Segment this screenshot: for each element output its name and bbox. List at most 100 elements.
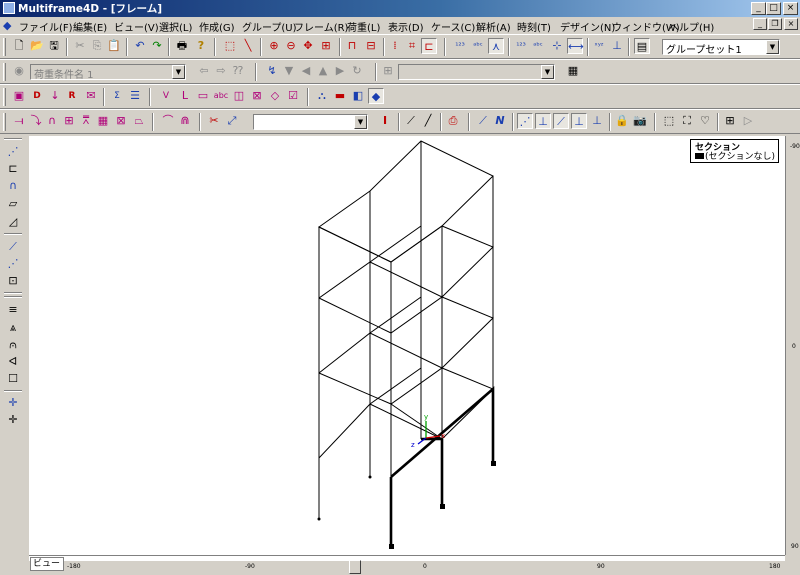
support-line-icon[interactable]: ≡	[5, 302, 21, 318]
view-tab[interactable]: ビュー	[30, 557, 64, 571]
chevron-down-icon[interactable]: ▼	[541, 65, 554, 79]
copy-icon[interactable]: ⎘	[89, 38, 105, 54]
support-free-icon[interactable]: ☐	[5, 371, 21, 387]
menu-select[interactable]: 選択(L)	[159, 19, 192, 34]
menu-analysis[interactable]: 解析(A)	[476, 19, 511, 34]
report-load-icon[interactable]: ↓	[47, 88, 63, 104]
load-value-icon[interactable]: ˣʸᶻ	[591, 38, 607, 54]
open-folder-icon[interactable]: 📂	[29, 38, 45, 54]
draw-curve-icon[interactable]: ∩	[44, 113, 60, 129]
load-left-icon[interactable]: ◀	[298, 63, 314, 79]
member-tool-icon[interactable]: ⟋	[475, 113, 491, 129]
table-grid-icon[interactable]: ▦	[565, 63, 581, 79]
snap-icon[interactable]: ⊏	[421, 38, 437, 54]
window-next-icon[interactable]: ▷	[740, 113, 756, 129]
close-button[interactable]: ×	[783, 2, 798, 15]
group-set-select[interactable]: グループセット1 ▼	[662, 39, 780, 56]
menu-group[interactable]: グループ(U)	[242, 19, 297, 34]
menu-frame[interactable]: フレーム(R)	[294, 19, 348, 34]
section-i-icon[interactable]: I	[377, 113, 393, 129]
report-r-icon[interactable]: R	[64, 88, 80, 104]
zoom-extents-icon[interactable]: ⊞	[318, 38, 334, 54]
lock-icon[interactable]: 🔒	[614, 113, 630, 129]
view-3d-icon[interactable]: ◆	[368, 88, 384, 104]
result-v-icon[interactable]: V	[158, 88, 174, 104]
window-full-icon[interactable]: ⛶	[679, 113, 695, 129]
load-axis-icon[interactable]: ⊥	[609, 38, 625, 54]
member-number-icon[interactable]: ¹²³	[513, 38, 529, 54]
grid-icon[interactable]: ⌗	[404, 38, 420, 54]
chevron-down-icon[interactable]: ▼	[354, 115, 367, 129]
load-case-select[interactable]: 荷重条件名 1 ▼	[30, 64, 186, 81]
chevron-down-icon[interactable]: ▼	[766, 40, 779, 54]
document-icon[interactable]: ◆	[3, 19, 11, 32]
load-moment-icon[interactable]: ↻	[349, 63, 365, 79]
draw-frame-icon[interactable]: ▦	[95, 113, 111, 129]
chevron-down-icon[interactable]: ▼	[172, 65, 185, 79]
member-n-icon[interactable]: N	[492, 113, 508, 129]
zoom-out-icon[interactable]: ⊖	[283, 38, 299, 54]
toolbar-grip[interactable]	[3, 38, 6, 56]
menu-time[interactable]: 時刻(T)	[517, 19, 551, 34]
node-roller-icon[interactable]: ⟋	[553, 113, 569, 129]
node-number-icon[interactable]: ¹²³	[452, 38, 468, 54]
menu-load[interactable]: 荷重(L)	[347, 19, 380, 34]
report-envelope-icon[interactable]: ✉	[83, 88, 99, 104]
paste-icon[interactable]: 📋	[106, 38, 122, 54]
scroll-thumb[interactable]	[349, 560, 361, 574]
add-member-icon[interactable]: ⊏	[5, 161, 21, 177]
window-fit-icon[interactable]: ⬚	[661, 113, 677, 129]
result-deflection-icon[interactable]: ⊠	[249, 88, 265, 104]
menu-edit[interactable]: 編集(E)	[73, 19, 107, 34]
redo-icon[interactable]: ↷	[149, 38, 165, 54]
result-check-icon[interactable]: ☑	[285, 88, 301, 104]
save-icon[interactable]: 🖫	[46, 38, 62, 54]
result-axial-icon[interactable]: L	[177, 88, 193, 104]
select-box-icon[interactable]: ⬚	[222, 38, 238, 54]
node-symbol-icon[interactable]: ⋏	[488, 38, 504, 54]
pan-icon[interactable]: ✥	[300, 38, 316, 54]
draw-truss-icon[interactable]: ⊠	[113, 113, 129, 129]
draw-bridge-icon[interactable]: ⏢	[131, 113, 147, 129]
table-icon[interactable]: ⊞	[380, 63, 396, 79]
draw-arch-icon[interactable]: ⌒	[160, 113, 176, 129]
load-down-icon[interactable]: ▼	[281, 63, 297, 79]
node-pinned-icon[interactable]: ⊥	[535, 113, 551, 129]
result-shear-icon[interactable]: ▭	[195, 88, 211, 104]
member-label-icon[interactable]: ᵃᵇᶜ	[530, 38, 546, 54]
split-member-icon[interactable]: ✂	[206, 113, 222, 129]
draw-dome-icon[interactable]: ⋒	[177, 113, 193, 129]
mdi-minimize-button[interactable]: _	[753, 18, 767, 30]
add-brace-icon[interactable]: ⟋	[5, 239, 21, 255]
mdi-restore-button[interactable]: ❐	[768, 18, 782, 30]
report-list-icon[interactable]: ☰	[127, 88, 143, 104]
toolbar-grip[interactable]	[3, 113, 6, 131]
node-add-icon[interactable]: ⋰	[517, 113, 533, 129]
support-pin-icon[interactable]: ⩓	[5, 320, 21, 336]
maximize-button[interactable]: □	[766, 2, 781, 15]
draw-member-icon[interactable]: ⟞	[11, 113, 27, 129]
view-section-icon[interactable]: ▬	[332, 88, 348, 104]
load-up-icon[interactable]: ▲	[315, 63, 331, 79]
load-point-icon[interactable]: ↯	[264, 63, 280, 79]
frame-view-canvas[interactable]: y x z	[29, 136, 785, 555]
cross-node-icon[interactable]: ✛	[5, 395, 21, 411]
mdi-close-button[interactable]: ×	[784, 18, 798, 30]
support-roller-icon[interactable]: ⩀	[5, 337, 21, 353]
draw-arc-icon[interactable]: ⤵	[28, 113, 44, 129]
result-abc-icon[interactable]: abc	[213, 88, 229, 104]
add-slab-icon[interactable]: ◿	[5, 214, 21, 230]
view-perspective-icon[interactable]: ⛬	[314, 88, 330, 104]
group-set-icon[interactable]: ▤	[634, 38, 650, 54]
new-file-icon[interactable]: 🗋	[11, 38, 27, 54]
frame-grid-icon[interactable]: ⊟	[363, 38, 379, 54]
menu-file[interactable]: ファイル(F)	[19, 19, 73, 34]
add-arch-icon[interactable]: ∩	[5, 178, 21, 194]
add-chain-icon[interactable]: ⋰	[5, 256, 21, 272]
frame-icon[interactable]: ⊓	[344, 38, 360, 54]
select-line-icon[interactable]: ╲	[240, 38, 256, 54]
support-spring-icon[interactable]: ᐊ	[5, 354, 21, 370]
menu-view[interactable]: ビュー(V)	[114, 19, 159, 34]
camera-icon[interactable]: 📷	[632, 113, 648, 129]
node-fixed-icon[interactable]: ⊥	[571, 113, 587, 129]
